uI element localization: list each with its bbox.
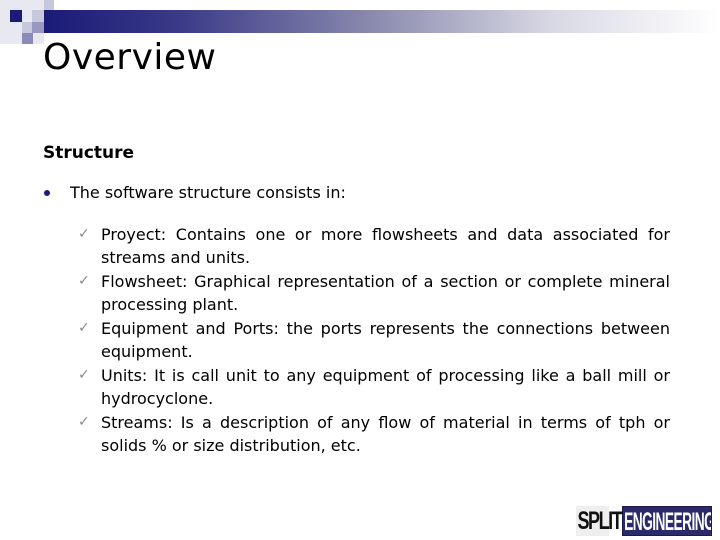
sub-item-text: Flowsheet: Graphical representation of a… — [101, 272, 670, 314]
bullet-text: The software structure consists in: — [70, 183, 346, 202]
section-heading: Structure — [43, 143, 135, 163]
check-icon: ✓ — [78, 226, 90, 242]
sub-item: ✓ Proyect: Contains one or more flowsheet… — [78, 223, 670, 269]
sub-item-text: Proyect: Contains one or more flowsheets… — [101, 225, 670, 267]
check-icon: ✓ — [78, 320, 90, 336]
bullet-icon — [44, 189, 50, 196]
sub-item-text: Streams: Is a description of any flow of… — [101, 413, 670, 455]
sub-item-text: Units: It is call unit to any equipment … — [101, 366, 670, 408]
sub-item-text: Equipment and Ports: the ports represent… — [101, 319, 670, 361]
logo-engineering-text: ENGINEERING — [624, 508, 712, 536]
sub-item: ✓ Equipment and Ports: the ports represen… — [78, 317, 670, 363]
sub-item: ✓ Units: It is call unit to any equipment… — [78, 364, 670, 410]
check-icon: ✓ — [78, 273, 90, 289]
check-icon: ✓ — [78, 367, 90, 383]
check-icon: ✓ — [78, 414, 90, 430]
sub-item: ✓ Flowsheet: Graphical representation of … — [78, 270, 670, 316]
slide-title: Overview — [43, 37, 217, 78]
title-bar-gradient — [44, 10, 720, 33]
logo-engineering-box: ENGINEERING — [622, 506, 712, 536]
company-logo: SPLIT ENGINEERING — [576, 506, 712, 536]
sub-item: ✓ Streams: Is a description of any flow o… — [78, 411, 670, 457]
bullet-item: The software structure consists in: — [43, 183, 346, 202]
logo-split-text: SPLIT — [576, 506, 623, 536]
sub-item-list: ✓ Proyect: Contains one or more flowsheet… — [78, 223, 670, 458]
